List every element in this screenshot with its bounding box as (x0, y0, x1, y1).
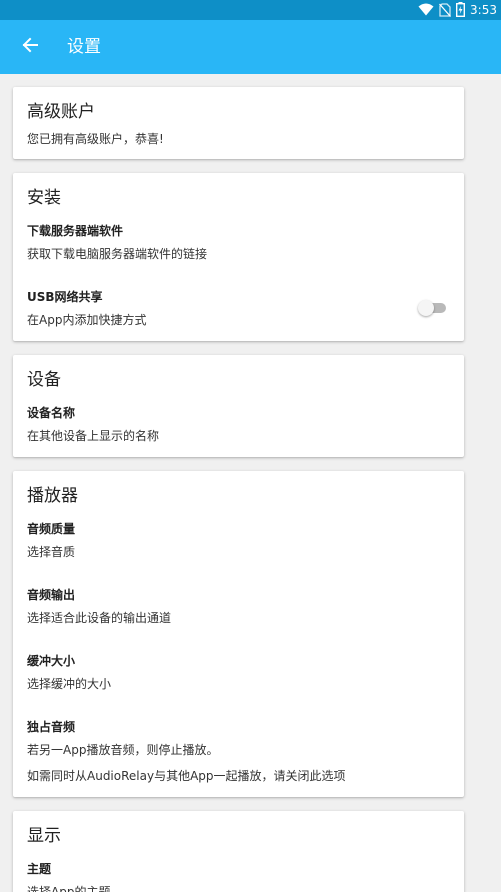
usb-tethering-title: USB网络共享 (27, 290, 103, 304)
device-section-title: 设备 (27, 370, 61, 390)
audio-output-title: 音频输出 (27, 588, 76, 602)
buffer-size-title: 缓冲大小 (27, 654, 76, 668)
player-card: 播放器 音频质量 选择音质 音频输出 选择适合此设备的输出通道 缓冲大小 选择缓… (13, 471, 464, 797)
display-card: 显示 主题 选择App的主题 (13, 811, 464, 892)
install-section-title: 安装 (27, 188, 61, 208)
device-name-subtitle: 在其他设备上显示的名称 (27, 429, 160, 443)
audio-output-item[interactable]: 音频输出 选择适合此设备的输出通道 (13, 581, 464, 633)
theme-item[interactable]: 主题 选择App的主题 (13, 855, 464, 892)
app-bar: 设置 (0, 20, 501, 74)
display-section-title: 显示 (27, 826, 61, 846)
wifi-icon (418, 3, 434, 16)
download-server-subtitle: 获取下载电脑服务器端软件的链接 (27, 247, 208, 261)
back-button[interactable] (16, 33, 44, 61)
buffer-size-item[interactable]: 缓冲大小 选择缓冲的大小 (13, 647, 464, 699)
device-name-title: 设备名称 (27, 406, 76, 420)
device-card: 设备 设备名称 在其他设备上显示的名称 (13, 355, 464, 457)
premium-account-subtitle: 您已拥有高级账户，恭喜! (27, 132, 164, 146)
page-title: 设置 (67, 37, 101, 57)
exclusive-audio-note: 如需同时从AudioRelay与其他App一起播放，请关闭此选项 (27, 769, 346, 783)
exclusive-audio-title: 独占音频 (27, 720, 76, 734)
status-bar: 3:53 (0, 0, 501, 20)
usb-tethering-item[interactable]: USB网络共享 在App内添加快捷方式 (13, 283, 464, 335)
toggle-thumb (418, 300, 434, 316)
premium-section-title: 高级账户 (27, 102, 95, 122)
player-section-title: 播放器 (27, 486, 78, 506)
status-icons: 3:53 (418, 2, 497, 17)
battery-icon (456, 2, 466, 17)
audio-output-subtitle: 选择适合此设备的输出通道 (27, 611, 172, 625)
no-sim-icon (439, 2, 452, 17)
theme-subtitle: 选择App的主题 (27, 885, 111, 892)
audio-quality-subtitle: 选择音质 (27, 545, 76, 559)
theme-title: 主题 (27, 862, 52, 876)
audio-quality-title: 音频质量 (27, 522, 76, 536)
download-server-title: 下载服务器端软件 (27, 224, 124, 238)
install-card: 安装 下载服务器端软件 获取下载电脑服务器端软件的链接 USB网络共享 在App… (13, 173, 464, 341)
buffer-size-subtitle: 选择缓冲的大小 (27, 677, 112, 691)
exclusive-audio-subtitle: 若另一App播放音频，则停止播放。 (27, 743, 219, 757)
status-time: 3:53 (470, 2, 497, 17)
premium-account-item[interactable]: 您已拥有高级账户，恭喜! (13, 127, 464, 155)
exclusive-audio-item[interactable]: 独占音频 若另一App播放音频，则停止播放。 如需同时从AudioRelay与其… (13, 713, 464, 789)
device-name-item[interactable]: 设备名称 在其他设备上显示的名称 (13, 399, 464, 451)
audio-quality-item[interactable]: 音频质量 选择音质 (13, 515, 464, 567)
usb-tethering-subtitle: 在App内添加快捷方式 (27, 313, 147, 327)
premium-card: 高级账户 您已拥有高级账户，恭喜! (13, 87, 464, 159)
arrow-left-icon (22, 37, 38, 57)
usb-tethering-toggle[interactable] (418, 300, 446, 316)
download-server-item[interactable]: 下载服务器端软件 获取下载电脑服务器端软件的链接 (13, 217, 464, 267)
